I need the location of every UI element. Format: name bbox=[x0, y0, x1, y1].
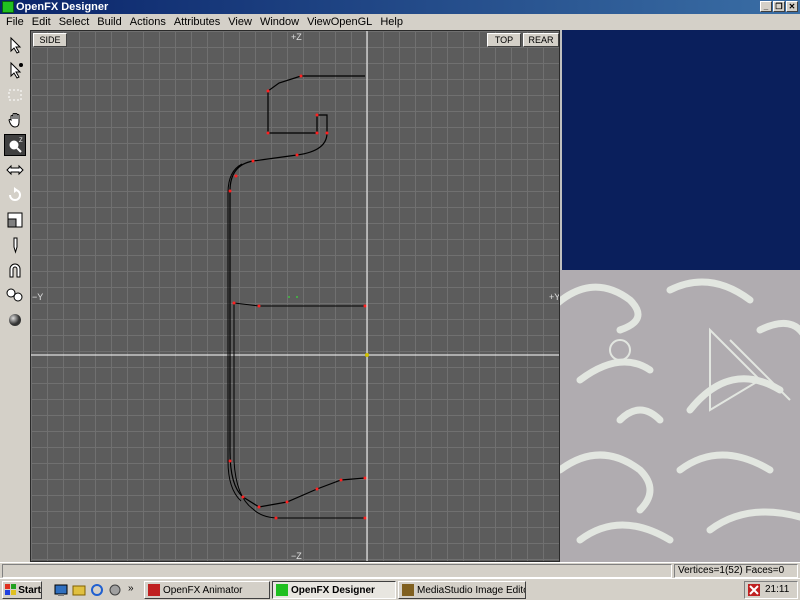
mediastudio-icon bbox=[402, 584, 414, 596]
windows-taskbar: Start » OpenFX Animator OpenFX Designer … bbox=[0, 578, 800, 600]
zoom-icon: Z bbox=[9, 138, 23, 153]
restore-button[interactable]: ❐ bbox=[773, 1, 785, 12]
axis-label-left: −Y bbox=[32, 292, 44, 302]
svg-text:Z: Z bbox=[19, 138, 23, 144]
axis-label-bottom: −Z bbox=[291, 551, 302, 561]
wallpaper-pattern-image bbox=[560, 278, 800, 544]
menu-attributes[interactable]: Attributes bbox=[170, 14, 224, 30]
quick-launch-more[interactable]: » bbox=[128, 583, 134, 594]
menu-select[interactable]: Select bbox=[55, 14, 94, 30]
explorer-icon[interactable] bbox=[72, 583, 86, 597]
pen-tool[interactable] bbox=[4, 234, 26, 256]
rotate-icon bbox=[9, 187, 21, 201]
view-side-label[interactable]: SIDE bbox=[33, 33, 67, 47]
minimize-button[interactable]: _ bbox=[760, 1, 772, 12]
system-tray: 21:11 bbox=[744, 581, 798, 599]
select-arrow-icon bbox=[10, 36, 22, 54]
start-button[interactable]: Start bbox=[2, 581, 42, 599]
menu-build[interactable]: Build bbox=[93, 14, 125, 30]
desktop-icon[interactable] bbox=[54, 583, 68, 597]
menu-file[interactable]: File bbox=[2, 14, 28, 30]
task-mediastudio[interactable]: MediaStudio Image Editor bbox=[398, 581, 526, 599]
window-title: OpenFX Designer bbox=[16, 1, 109, 13]
task-label: OpenFX Designer bbox=[291, 584, 375, 596]
app-icon bbox=[2, 1, 14, 13]
select-box-tool[interactable] bbox=[4, 84, 26, 106]
view-top-button[interactable]: TOP bbox=[487, 33, 521, 47]
sphere-tool[interactable] bbox=[4, 309, 26, 331]
menu-edit[interactable]: Edit bbox=[28, 14, 55, 30]
magnet-tool[interactable] bbox=[4, 259, 26, 281]
status-bar: Vertices=1(52) Faces=0 bbox=[0, 562, 800, 578]
task-label: OpenFX Animator bbox=[163, 584, 243, 596]
status-vertices-faces: Vertices=1(52) Faces=0 bbox=[674, 564, 798, 578]
spheres-tool[interactable] bbox=[4, 284, 26, 306]
pen-icon bbox=[13, 237, 18, 254]
tool-palette: Z bbox=[0, 30, 30, 562]
profile-shape bbox=[31, 31, 559, 561]
origin-marker bbox=[365, 353, 369, 357]
outlook-icon[interactable] bbox=[108, 583, 122, 597]
clock[interactable]: 21:11 bbox=[765, 582, 789, 598]
axis-label-top: +Z bbox=[291, 32, 302, 42]
menu-view[interactable]: View bbox=[224, 14, 256, 30]
zoom-tool[interactable]: Z bbox=[4, 134, 26, 156]
select-vertex-icon bbox=[10, 61, 23, 79]
status-pane-main bbox=[2, 564, 672, 578]
designer-icon bbox=[276, 584, 288, 596]
windows-logo-icon bbox=[5, 584, 16, 595]
rotate-tool[interactable] bbox=[4, 184, 26, 206]
animator-icon bbox=[148, 584, 160, 596]
pan-hand-icon bbox=[8, 113, 20, 128]
side-viewport[interactable]: SIDE TOP REAR +Z −Z −Y +Y bbox=[30, 30, 560, 562]
sphere-icon bbox=[9, 314, 21, 326]
pan-hand-tool[interactable] bbox=[4, 109, 26, 131]
menu-actions[interactable]: Actions bbox=[126, 14, 170, 30]
magnet-icon bbox=[9, 263, 21, 278]
start-label: Start bbox=[18, 584, 41, 596]
task-openfx-animator[interactable]: OpenFX Animator bbox=[144, 581, 270, 599]
tray-app-icon[interactable] bbox=[748, 584, 760, 596]
task-label: MediaStudio Image Editor bbox=[417, 584, 526, 596]
title-bar[interactable]: OpenFX Designer _ ❐ ✕ bbox=[0, 0, 800, 14]
ie-icon[interactable] bbox=[90, 583, 104, 597]
close-button[interactable]: ✕ bbox=[786, 1, 798, 12]
desktop-wallpaper bbox=[560, 270, 800, 562]
task-openfx-designer[interactable]: OpenFX Designer bbox=[272, 581, 396, 599]
scale-icon bbox=[7, 212, 23, 228]
render-preview-panel bbox=[560, 30, 800, 270]
axis-label-right: +Y bbox=[549, 292, 560, 302]
scale-tool[interactable] bbox=[4, 209, 26, 231]
select-arrow-tool[interactable] bbox=[4, 34, 26, 56]
move-tool[interactable] bbox=[4, 159, 26, 181]
menu-viewopengl[interactable]: ViewOpenGL bbox=[303, 14, 376, 30]
openfx-designer-window: OpenFX Designer _ ❐ ✕ File Edit Select B… bbox=[0, 0, 800, 600]
menu-bar: File Edit Select Build Actions Attribute… bbox=[0, 14, 800, 30]
spheres-icon bbox=[6, 288, 23, 302]
menu-window[interactable]: Window bbox=[256, 14, 303, 30]
move-icon bbox=[6, 164, 24, 176]
select-box-icon bbox=[8, 89, 22, 101]
menu-help[interactable]: Help bbox=[376, 14, 407, 30]
view-rear-button[interactable]: REAR bbox=[523, 33, 559, 47]
select-vertex-tool[interactable] bbox=[4, 59, 26, 81]
